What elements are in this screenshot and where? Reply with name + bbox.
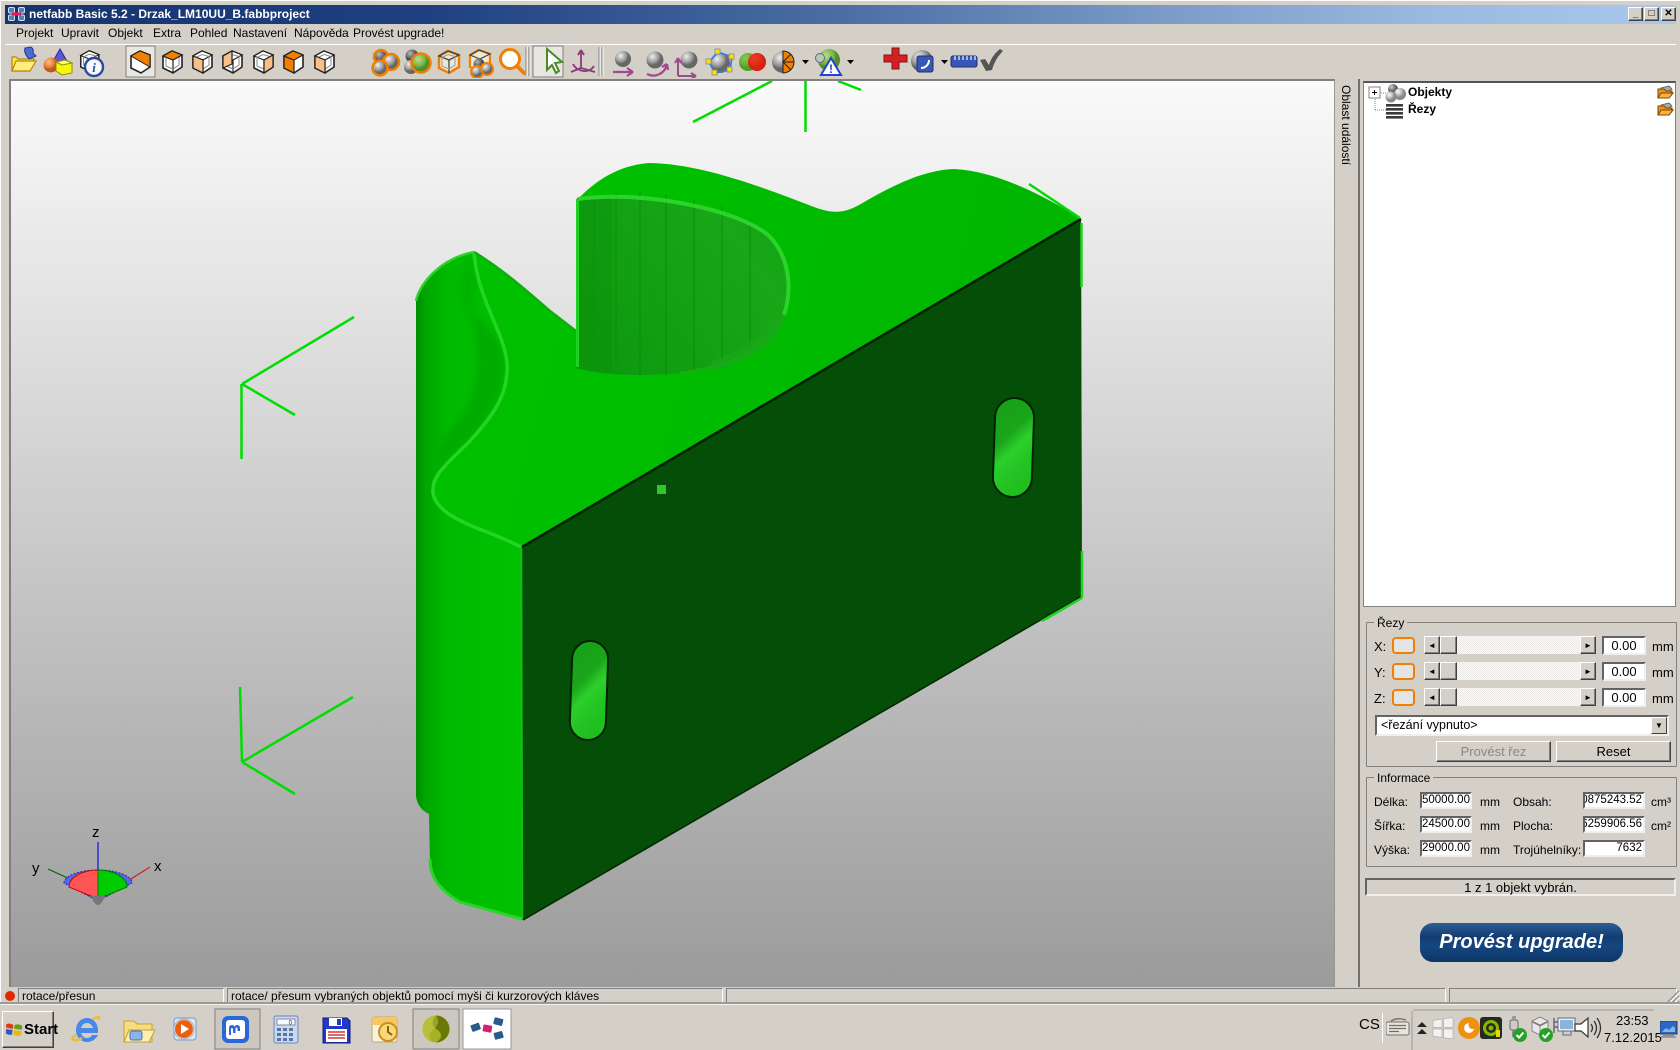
svg-text:!: ! [829, 62, 833, 76]
svg-text:i: i [92, 60, 96, 75]
svg-text:y: y [32, 860, 40, 877]
svg-text:z: z [92, 824, 100, 841]
svg-text:x: x [154, 858, 162, 875]
